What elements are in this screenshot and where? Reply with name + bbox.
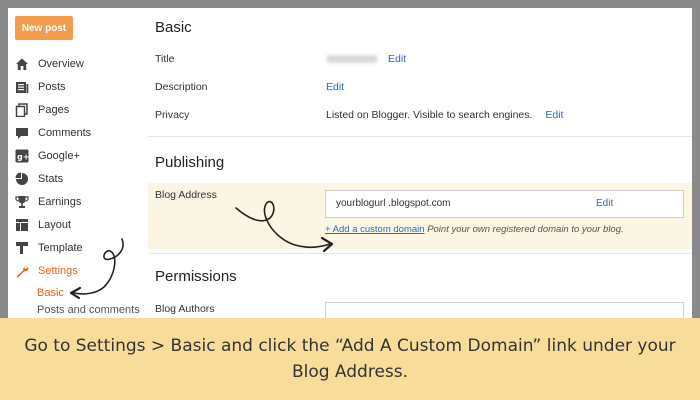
section-title-permissions: Permissions bbox=[155, 268, 237, 285]
description-label: Description bbox=[155, 81, 208, 93]
section-divider bbox=[148, 136, 692, 137]
home-icon bbox=[15, 57, 29, 71]
blog-address-box: yourblogurl .blogspot.com Edit bbox=[325, 190, 684, 218]
section-title-basic: Basic bbox=[155, 19, 192, 36]
blurred-blog-title bbox=[326, 55, 378, 64]
sidebar-item-google-plus[interactable]: g+ Google+ bbox=[8, 144, 148, 167]
sidebar-item-posts[interactable]: Posts bbox=[8, 75, 148, 98]
arrow-to-custom-domain-icon bbox=[235, 200, 334, 253]
svg-text:g+: g+ bbox=[17, 152, 29, 161]
sidebar-item-label: Stats bbox=[38, 172, 64, 185]
section-divider bbox=[148, 253, 692, 254]
template-icon bbox=[15, 241, 29, 255]
title-value: Edit bbox=[326, 53, 406, 65]
blog-address-value: yourblogurl .blogspot.com bbox=[336, 198, 451, 209]
layout-icon bbox=[15, 218, 29, 232]
sidebar-item-label: Google+ bbox=[38, 149, 80, 162]
blog-address-edit-link[interactable]: Edit bbox=[596, 198, 613, 209]
sidebar-item-label: Layout bbox=[38, 218, 72, 231]
blog-authors-label: Blog Authors bbox=[155, 303, 215, 315]
sidebar-item-overview[interactable]: Overview bbox=[8, 52, 148, 75]
posts-icon bbox=[15, 80, 29, 94]
privacy-label: Privacy bbox=[155, 109, 190, 121]
google-plus-icon: g+ bbox=[15, 149, 29, 163]
title-edit-link[interactable]: Edit bbox=[388, 53, 406, 65]
sidebar-item-label: Pages bbox=[38, 103, 70, 116]
section-title-publishing: Publishing bbox=[155, 154, 225, 171]
custom-domain-hint: Point your own registered domain to your… bbox=[427, 224, 624, 235]
sidebar-item-label: Earnings bbox=[38, 195, 82, 208]
trophy-icon bbox=[15, 195, 29, 209]
sidebar-item-layout[interactable]: Layout bbox=[8, 213, 148, 236]
sidebar-item-label: Comments bbox=[38, 126, 92, 139]
settings-main: Basic Title Edit Description Edit Privac… bbox=[148, 8, 692, 318]
caption-line-1: Go to Settings > Basic and click the “Ad… bbox=[24, 336, 676, 356]
privacy-value: Listed on Blogger. Visible to search eng… bbox=[326, 109, 563, 121]
sidebar-item-earnings[interactable]: Earnings bbox=[8, 190, 148, 213]
stats-icon bbox=[15, 172, 29, 186]
instruction-caption: Go to Settings > Basic and click the “Ad… bbox=[0, 318, 700, 400]
privacy-edit-link[interactable]: Edit bbox=[545, 109, 563, 121]
new-post-button[interactable]: New post bbox=[15, 16, 73, 40]
comments-icon bbox=[15, 126, 29, 140]
wrench-icon bbox=[15, 264, 29, 278]
sidebar-item-label: Posts bbox=[38, 80, 66, 93]
sidebar-item-stats[interactable]: Stats bbox=[8, 167, 148, 190]
caption-line-2: Blog Address. bbox=[291, 362, 409, 382]
custom-domain-row: + Add a custom domain Point your own reg… bbox=[325, 224, 624, 235]
description-edit-link[interactable]: Edit bbox=[326, 81, 344, 93]
title-label: Title bbox=[155, 53, 175, 65]
blog-address-label: Blog Address bbox=[155, 189, 217, 201]
sidebar-item-label: Overview bbox=[38, 57, 84, 70]
pages-icon bbox=[15, 102, 29, 117]
sidebar-item-pages[interactable]: Pages bbox=[8, 98, 148, 121]
privacy-text: Listed on Blogger. Visible to search eng… bbox=[326, 109, 533, 121]
arrow-to-basic-icon bbox=[69, 238, 124, 300]
sidebar-item-comments[interactable]: Comments bbox=[8, 121, 148, 144]
blog-authors-box bbox=[325, 302, 684, 318]
